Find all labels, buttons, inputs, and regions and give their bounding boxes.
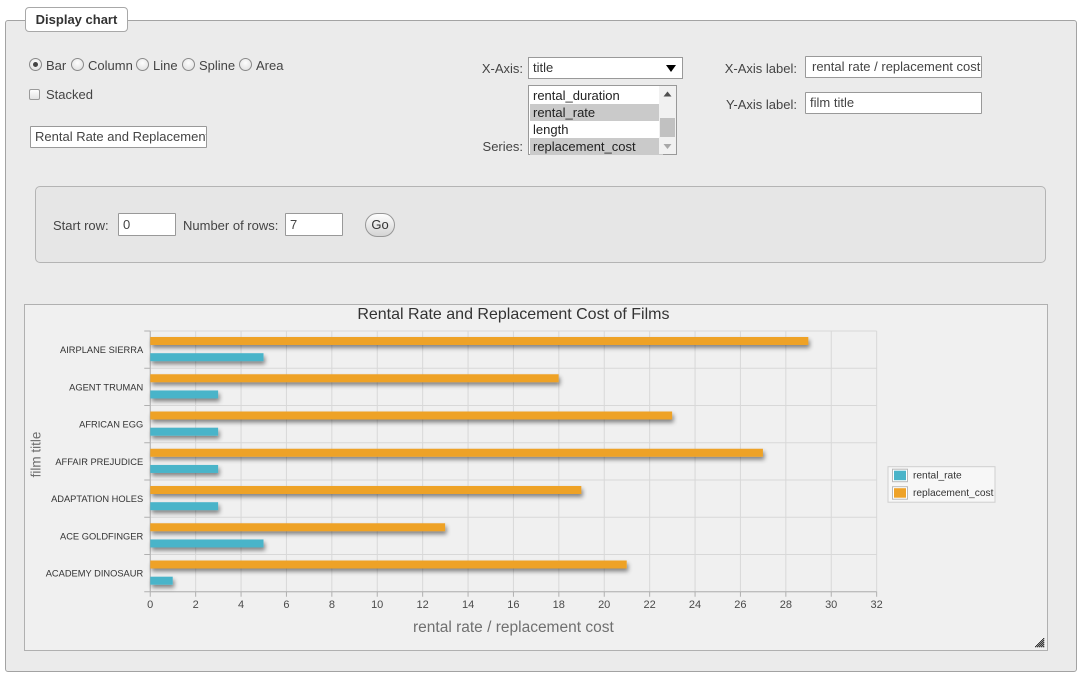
svg-text:22: 22 [643, 599, 655, 611]
svg-text:20: 20 [598, 599, 610, 611]
svg-text:4: 4 [238, 599, 244, 611]
svg-text:12: 12 [416, 599, 428, 611]
svg-text:24: 24 [689, 599, 701, 611]
svg-text:rental rate / replacement cost: rental rate / replacement cost [413, 619, 614, 636]
svg-text:rental_rate: rental_rate [913, 471, 962, 482]
svg-text:18: 18 [553, 599, 565, 611]
svg-text:6: 6 [283, 599, 289, 611]
svg-text:AFFAIR PREJUDICE: AFFAIR PREJUDICE [55, 457, 143, 467]
svg-text:32: 32 [870, 599, 882, 611]
svg-text:AFRICAN EGG: AFRICAN EGG [79, 420, 143, 430]
svg-text:AIRPLANE SIERRA: AIRPLANE SIERRA [60, 345, 144, 355]
svg-text:ADAPTATION HOLES: ADAPTATION HOLES [51, 494, 143, 504]
svg-text:Rental Rate and Replacement Co: Rental Rate and Replacement Cost of Film… [357, 306, 669, 323]
svg-text:28: 28 [780, 599, 792, 611]
svg-text:film title: film title [29, 432, 44, 478]
svg-text:14: 14 [462, 599, 474, 611]
svg-text:replacement_cost: replacement_cost [913, 488, 994, 499]
svg-text:16: 16 [507, 599, 519, 611]
svg-text:ACE GOLDFINGER: ACE GOLDFINGER [60, 531, 143, 541]
svg-text:8: 8 [329, 599, 335, 611]
svg-text:AGENT TRUMAN: AGENT TRUMAN [69, 382, 143, 392]
svg-text:26: 26 [734, 599, 746, 611]
svg-text:30: 30 [825, 599, 837, 611]
svg-text:ACADEMY DINOSAUR: ACADEMY DINOSAUR [46, 569, 144, 579]
svg-text:2: 2 [193, 599, 199, 611]
svg-text:10: 10 [371, 599, 383, 611]
svg-text:0: 0 [147, 599, 153, 611]
